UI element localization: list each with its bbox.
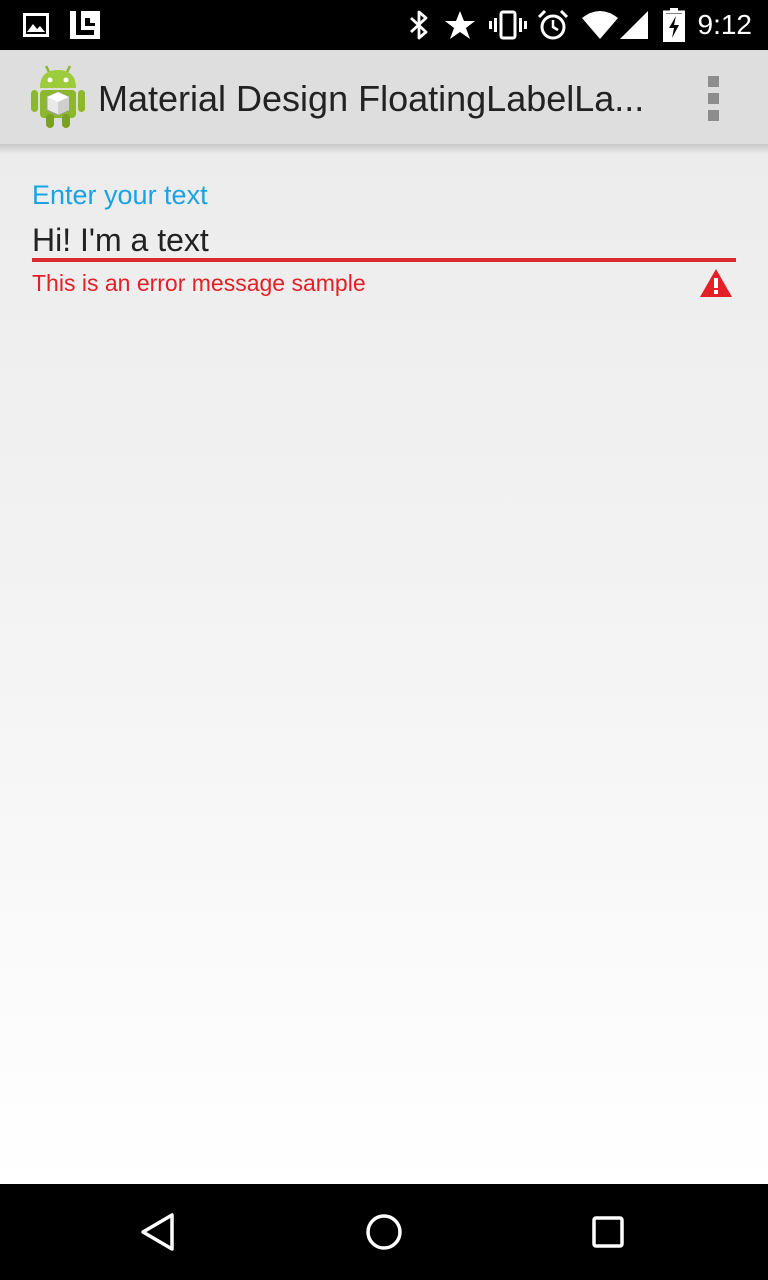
overflow-dot	[707, 75, 719, 87]
phone-screen: 9:12 Material Design FloatingLabelLa...	[0, 0, 768, 1280]
status-clock: 9:12	[697, 9, 753, 40]
vibrate-icon	[488, 0, 528, 50]
overflow-dot	[707, 92, 719, 104]
gallery-notification-icon	[22, 0, 50, 50]
battery-charging-icon	[660, 0, 688, 50]
content-area: Enter your text This is an error message…	[0, 144, 768, 1184]
bluetooth-icon	[404, 0, 434, 50]
app-title: Material Design FloatingLabelLa...	[98, 78, 645, 119]
warning-icon	[699, 268, 733, 298]
text-input[interactable]	[32, 216, 736, 264]
cell-signal-icon	[618, 0, 650, 50]
overflow-dot	[707, 109, 719, 121]
star-icon	[442, 0, 478, 50]
input-underline-error	[32, 258, 736, 262]
alarm-icon	[536, 0, 570, 50]
status-bar: 9:12	[0, 0, 768, 50]
recents-icon[interactable]	[553, 1184, 663, 1280]
android-app-icon[interactable]	[28, 64, 88, 130]
wifi-icon	[580, 0, 620, 50]
overflow-menu-icon[interactable]	[688, 68, 738, 128]
floating-label: Enter your text	[32, 180, 208, 210]
navigation-bar	[0, 1184, 768, 1280]
back-icon[interactable]	[104, 1184, 214, 1280]
action-bar-shadow	[0, 144, 768, 154]
home-icon[interactable]	[329, 1184, 439, 1280]
error-message: This is an error message sample	[32, 270, 366, 296]
app-notification-icon	[68, 0, 102, 50]
action-bar: Material Design FloatingLabelLa...	[0, 50, 768, 144]
